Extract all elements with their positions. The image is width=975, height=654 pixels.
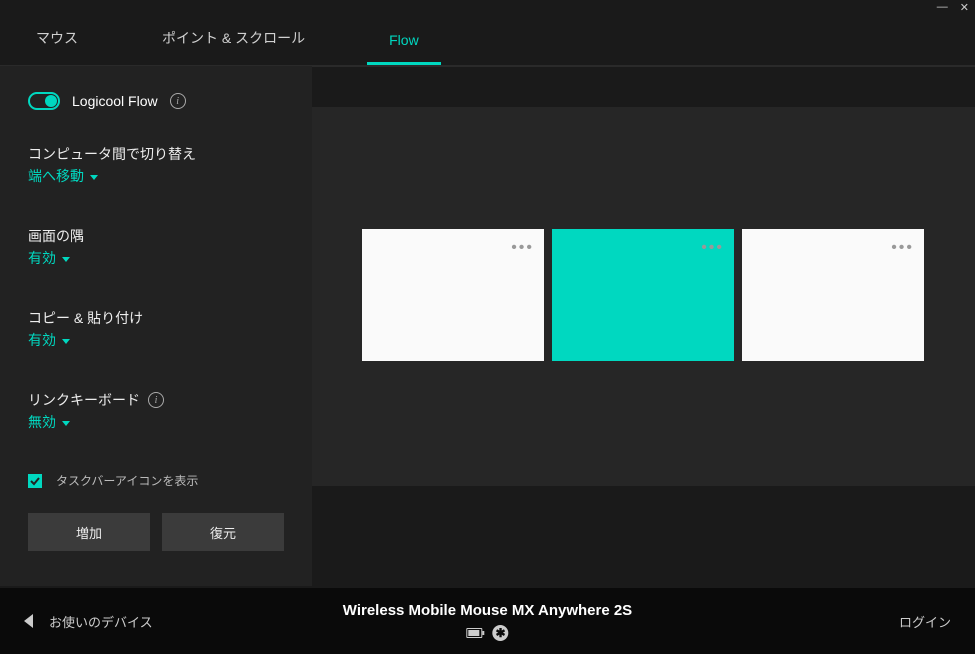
setting-label: 画面の隅 xyxy=(28,226,284,246)
chevron-down-icon xyxy=(62,257,70,262)
taskbar-checkbox[interactable] xyxy=(28,474,42,488)
add-button[interactable]: 増加 xyxy=(28,513,150,551)
device-info: Wireless Mobile Mouse MX Anywhere 2S ✱ xyxy=(343,602,632,641)
close-button[interactable]: ✕ xyxy=(960,1,969,14)
chevron-down-icon xyxy=(62,339,70,344)
main-content: Logicool Flow i コンピュータ間で切り替え 端へ移動 画面の隅 有… xyxy=(0,66,975,586)
chevron-down-icon xyxy=(62,421,70,426)
setting-switch-computers: コンピュータ間で切り替え 端へ移動 xyxy=(28,144,284,186)
login-link[interactable]: ログイン xyxy=(899,612,951,631)
info-icon[interactable]: i xyxy=(148,392,164,408)
restore-button[interactable]: 復元 xyxy=(162,513,284,551)
screen-3[interactable]: ••• xyxy=(742,229,924,361)
settings-sidebar: Logicool Flow i コンピュータ間で切り替え 端へ移動 画面の隅 有… xyxy=(0,66,312,586)
more-icon[interactable]: ••• xyxy=(701,239,724,257)
flow-toggle[interactable] xyxy=(28,92,60,110)
back-label: お使いのデバイス xyxy=(49,612,153,631)
receiver-icon: ✱ xyxy=(492,625,508,641)
screens-container: ••• ••• ••• xyxy=(362,229,924,361)
window-titlebar: — ✕ xyxy=(0,0,975,14)
tab-bar: マウス ポイント & スクロール Flow xyxy=(0,14,975,66)
setting-value-text: 無効 xyxy=(28,412,56,432)
setting-label: コンピュータ間で切り替え xyxy=(28,144,284,164)
footer-bar: お使いのデバイス Wireless Mobile Mouse MX Anywhe… xyxy=(0,588,975,654)
setting-value-text: 有効 xyxy=(28,330,56,350)
setting-switch-dropdown[interactable]: 端へ移動 xyxy=(28,166,98,186)
flow-toggle-label: Logicool Flow xyxy=(72,93,158,109)
setting-linkkb-dropdown[interactable]: 無効 xyxy=(28,412,70,432)
toggle-knob xyxy=(45,95,57,107)
setting-screen-corners: 画面の隅 有効 xyxy=(28,226,284,268)
setting-link-keyboard: リンクキーボード i 無効 xyxy=(28,390,284,432)
chevron-left-icon xyxy=(24,614,33,628)
setting-copypaste-dropdown[interactable]: 有効 xyxy=(28,330,70,350)
tab-point-scroll[interactable]: ポイント & スクロール xyxy=(140,28,327,65)
taskbar-checkbox-label: タスクバーアイコンを表示 xyxy=(56,472,198,489)
device-name: Wireless Mobile Mouse MX Anywhere 2S xyxy=(343,602,632,619)
back-button[interactable]: お使いのデバイス xyxy=(24,612,153,631)
setting-corners-dropdown[interactable]: 有効 xyxy=(28,248,70,268)
more-icon[interactable]: ••• xyxy=(891,239,914,257)
screen-1[interactable]: ••• xyxy=(362,229,544,361)
taskbar-checkbox-row: タスクバーアイコンを表示 xyxy=(28,472,284,489)
screen-2-active[interactable]: ••• xyxy=(552,229,734,361)
setting-label: リンクキーボード i xyxy=(28,390,284,410)
tab-mouse[interactable]: マウス xyxy=(14,28,100,65)
device-status-icons: ✱ xyxy=(343,625,632,641)
minimize-button[interactable]: — xyxy=(937,1,948,13)
more-icon[interactable]: ••• xyxy=(511,239,534,257)
setting-label-text: リンクキーボード xyxy=(28,390,140,410)
flow-canvas: ••• ••• ••• xyxy=(312,66,975,586)
button-row: 増加 復元 xyxy=(28,513,284,551)
setting-label: コピー & 貼り付け xyxy=(28,308,284,328)
tab-flow[interactable]: Flow xyxy=(367,32,441,65)
battery-icon xyxy=(466,628,482,638)
chevron-down-icon xyxy=(90,175,98,180)
flow-toggle-row: Logicool Flow i xyxy=(28,92,284,110)
info-icon[interactable]: i xyxy=(170,93,186,109)
setting-value-text: 端へ移動 xyxy=(28,166,84,186)
setting-copy-paste: コピー & 貼り付け 有効 xyxy=(28,308,284,350)
setting-value-text: 有効 xyxy=(28,248,56,268)
check-icon xyxy=(30,476,40,486)
